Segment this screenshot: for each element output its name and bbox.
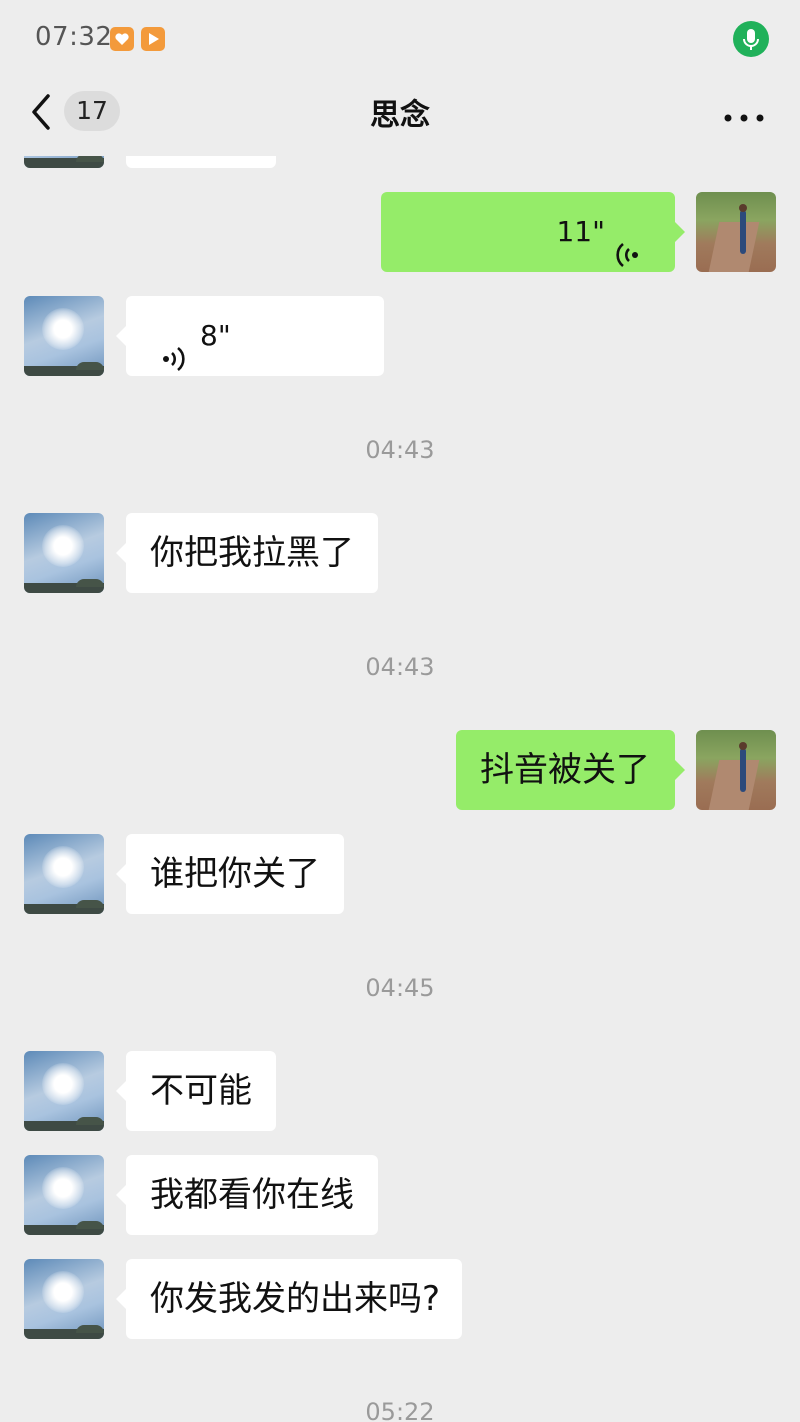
message-timestamp: 04:43 — [365, 653, 435, 681]
text-message-incoming[interactable]: 我都看你在线 — [116, 1155, 378, 1235]
voice-wave-icon — [160, 322, 186, 402]
microphone-icon — [733, 21, 769, 57]
text-message-incoming[interactable]: 你把我拉黑了 — [116, 513, 378, 593]
my-avatar[interactable] — [696, 730, 776, 810]
play-app-icon — [141, 27, 165, 51]
my-avatar[interactable] — [696, 192, 776, 272]
chat-title: 思念 — [370, 98, 430, 133]
voice-message-outgoing[interactable]: 11" — [381, 192, 685, 272]
more-options-icon[interactable] — [723, 108, 765, 122]
text-message-incoming[interactable]: 你发我发的出来吗? — [116, 1259, 462, 1339]
message-list[interactable]: 11" 8" 04:43 你把我拉黑了 04:43 抖音被关了 谁把你关了 04… — [0, 156, 800, 1422]
text-message-incoming[interactable]: 谁把你关了 — [116, 834, 344, 914]
text-message-outgoing[interactable]: 抖音被关了 — [456, 730, 685, 810]
status-bar: 07:32 — [0, 0, 800, 78]
contact-avatar[interactable] — [24, 296, 104, 376]
message-timestamp: 04:43 — [365, 436, 435, 464]
status-time: 07:32 — [35, 22, 113, 52]
text-message-incoming[interactable]: 不可能 — [116, 1051, 276, 1131]
contact-avatar[interactable] — [24, 834, 104, 914]
voice-message-incoming[interactable]: 8" — [116, 296, 384, 376]
voice-duration: 8" — [200, 319, 231, 352]
contact-avatar[interactable] — [24, 1155, 104, 1235]
voice-duration: 11" — [556, 215, 605, 248]
contact-avatar[interactable] — [24, 1051, 104, 1131]
contact-avatar[interactable] — [24, 156, 104, 168]
message-bubble-partial[interactable] — [126, 156, 276, 168]
voice-wave-icon — [615, 218, 641, 298]
chat-header: 17 思念 — [0, 78, 800, 156]
heart-app-icon — [110, 27, 134, 51]
contact-avatar[interactable] — [24, 513, 104, 593]
message-timestamp: 05:22 — [365, 1398, 435, 1422]
contact-avatar[interactable] — [24, 1259, 104, 1339]
message-timestamp: 04:45 — [365, 974, 435, 1002]
